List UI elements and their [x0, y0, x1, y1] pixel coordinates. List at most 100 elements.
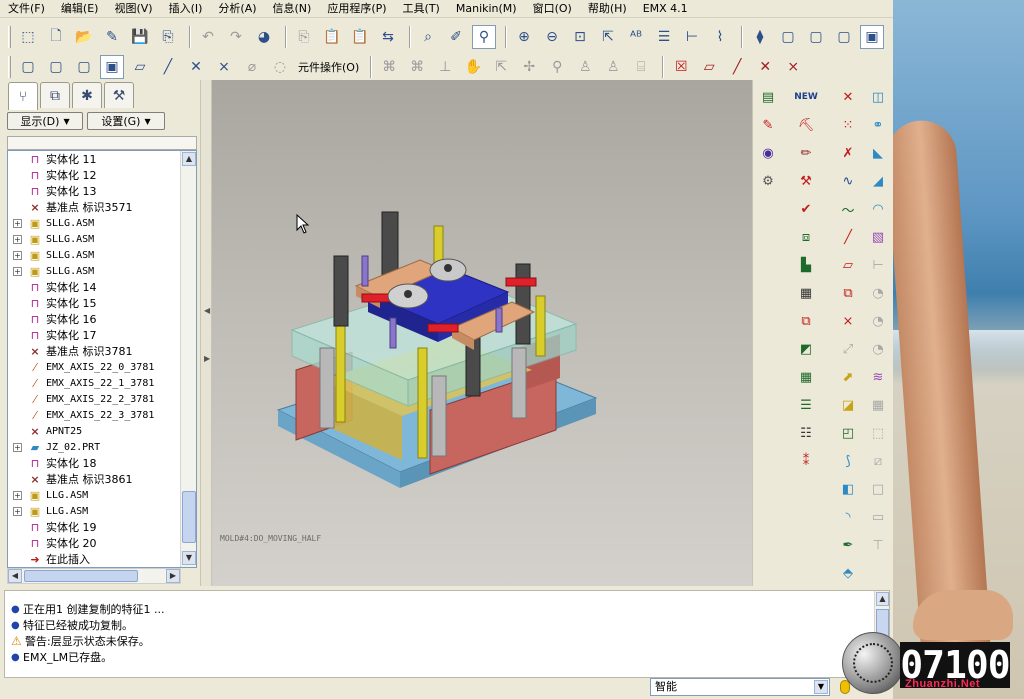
toroidal-icon[interactable]: ⊤ [867, 534, 889, 556]
solidify-icon[interactable]: ▧ [867, 226, 889, 248]
undo-icon[interactable]: ↶ [196, 25, 220, 49]
tree-item[interactable]: ⊓ 实体化 19 [8, 519, 182, 535]
edit-feature-icon[interactable]: ⛏ [795, 114, 817, 136]
model-icon[interactable]: ⧫ [748, 25, 772, 49]
menu-item[interactable]: 编辑(E) [53, 0, 107, 17]
tree-item[interactable]: + ▣ SLLG.ASM [8, 263, 182, 279]
mold-layout-icon[interactable]: ▤ [757, 86, 779, 108]
no-hidden-icon[interactable]: ▢ [832, 25, 856, 49]
move-icon[interactable]: ⇱ [489, 55, 513, 79]
tree-item[interactable]: ⊓ 实体化 14 [8, 279, 182, 295]
sketch-icon[interactable]: ✐ [444, 25, 468, 49]
datum-point-icon[interactable]: ✕ [837, 86, 859, 108]
favorites-tab[interactable]: ✱ [72, 82, 102, 108]
scroll-left-icon[interactable]: ◀ [8, 569, 22, 583]
copy-feature-icon[interactable]: ⚭ [867, 114, 889, 136]
expand-icon[interactable]: + [13, 442, 22, 452]
menu-item[interactable]: 工具(T) [395, 0, 448, 17]
ejector-pin-icon[interactable]: ⚒ [795, 170, 817, 192]
sketch-curve-icon[interactable]: 〜 [837, 198, 859, 220]
wrap-icon[interactable]: ⧄ [867, 450, 889, 472]
grid-icon[interactable]: ▦ [795, 282, 817, 304]
copy-icon[interactable]: ⎘ [292, 25, 316, 49]
analysis-icon[interactable]: ⤢ [837, 338, 859, 360]
zoom-in-icon[interactable]: ⊕ [512, 25, 536, 49]
menu-item[interactable]: 帮助(H) [580, 0, 635, 17]
measure-icon[interactable]: ⊢ [680, 25, 704, 49]
package-icon[interactable]: ⊥ [433, 55, 457, 79]
cooling-icon[interactable]: ⧈ [795, 226, 817, 248]
explode-icon[interactable]: ⁑ [795, 450, 817, 472]
pin-icon[interactable]: ♙ [573, 55, 597, 79]
component-icon[interactable]: ▢ [44, 55, 68, 79]
rename-icon[interactable]: ᴬᴮ [624, 25, 648, 49]
tree-item[interactable]: × APNT25 [8, 423, 182, 439]
search-icon[interactable]: ⌕ [416, 25, 440, 49]
new-icon[interactable]: 🗋 [44, 25, 68, 49]
datum-point-display-icon[interactable]: ✕ [753, 55, 777, 79]
tree-item[interactable]: ⊓ 实体化 18 [8, 455, 182, 471]
draft-icon[interactable]: ✒ [837, 534, 859, 556]
tree-item[interactable]: ⊓ 实体化 17 [8, 327, 182, 343]
datum-curve-icon[interactable]: ∿ [837, 170, 859, 192]
datum-axis-icon[interactable]: ╱ [837, 226, 859, 248]
slider-feature-icon[interactable]: ✏ [795, 142, 817, 164]
expand-right-icon[interactable]: ▶ [204, 354, 210, 363]
expand-icon[interactable]: + [13, 506, 22, 516]
offset-icon[interactable]: ◔ [867, 310, 889, 332]
coordinate-system-icon[interactable]: ⨯ [212, 55, 236, 79]
tree-item[interactable]: ⊓ 实体化 13 [8, 183, 182, 199]
tree-item[interactable]: ⊓ 实体化 12 [8, 167, 182, 183]
menu-item[interactable]: 文件(F) [0, 0, 53, 17]
tree-item[interactable]: × 基准点 标识3861 [8, 471, 182, 487]
revolve-icon[interactable]: ◪ [837, 394, 859, 416]
toolbar-grip[interactable] [8, 56, 11, 78]
menu-item[interactable]: EMX 4.1 [635, 0, 696, 17]
rib-icon[interactable]: ⬘ [837, 562, 859, 584]
warp-icon[interactable]: ≋ [867, 366, 889, 388]
extrude-icon[interactable]: ⬈ [837, 366, 859, 388]
datum-display-icon[interactable]: ⚲ [472, 25, 496, 49]
select-icon[interactable]: ⬚ [16, 25, 40, 49]
boundary-icon[interactable]: □ [867, 478, 889, 500]
csys-icon[interactable]: ⨯ [837, 310, 859, 332]
blend-icon[interactable]: ⟆ [837, 450, 859, 472]
menu-item[interactable]: 窗口(O) [525, 0, 580, 17]
connections-tab[interactable]: ⚒ [104, 82, 134, 108]
project-icon[interactable]: ⬚ [867, 422, 889, 444]
edit-icon[interactable]: ✎ [100, 25, 124, 49]
mold-assembly-model[interactable] [212, 80, 752, 586]
thicken-icon[interactable]: ◔ [867, 338, 889, 360]
toolbar-grip[interactable] [8, 26, 11, 48]
component-active-icon[interactable]: ▣ [100, 55, 124, 79]
tree-vertical-scrollbar[interactable]: ▲ ▼ [180, 151, 196, 567]
component-operation-button[interactable]: 元件操作(O) [298, 59, 359, 75]
datum-point-array-icon[interactable]: ⁙ [837, 114, 859, 136]
surface-icon[interactable]: ◢ [867, 170, 889, 192]
close-window-icon[interactable]: ☒ [669, 55, 693, 79]
color-icon[interactable]: ◕ [252, 25, 276, 49]
intersect-icon[interactable]: ◔ [867, 282, 889, 304]
hidden-line-icon[interactable]: ▢ [804, 25, 828, 49]
tree-item[interactable]: + ▣ LLG.ASM [8, 487, 182, 503]
collapse-left-icon[interactable]: ◀ [204, 306, 210, 315]
chevron-down-icon[interactable]: ▼ [814, 680, 828, 694]
selection-filter-select[interactable]: 智能 ▼ [650, 678, 830, 696]
spin-center-icon[interactable]: ◌ [268, 55, 292, 79]
tree-item[interactable]: ⊓ 实体化 15 [8, 295, 182, 311]
layer-icon[interactable]: ☰ [652, 25, 676, 49]
tree-item[interactable]: + ▣ SLLG.ASM [8, 231, 182, 247]
tree-item[interactable]: ⊓ 实体化 20 [8, 535, 182, 551]
menu-item[interactable]: 应用程序(P) [319, 0, 394, 17]
paste-icon[interactable]: 📋 [320, 25, 344, 49]
list-icon[interactable]: ☰ [795, 394, 817, 416]
assemble-icon[interactable]: ⌘ [405, 55, 429, 79]
leader-icon[interactable]: ⧉ [795, 310, 817, 332]
refit-icon[interactable]: ⊡ [568, 25, 592, 49]
annotation-icon[interactable]: ⌀ [240, 55, 264, 79]
tree-item[interactable]: ⊓ 实体化 16 [8, 311, 182, 327]
new-mold-base-icon[interactable]: NEW [794, 86, 818, 108]
sweep-icon[interactable]: ◰ [837, 422, 859, 444]
expand-icon[interactable]: + [13, 490, 22, 500]
slider-icon[interactable]: ♙ [601, 55, 625, 79]
